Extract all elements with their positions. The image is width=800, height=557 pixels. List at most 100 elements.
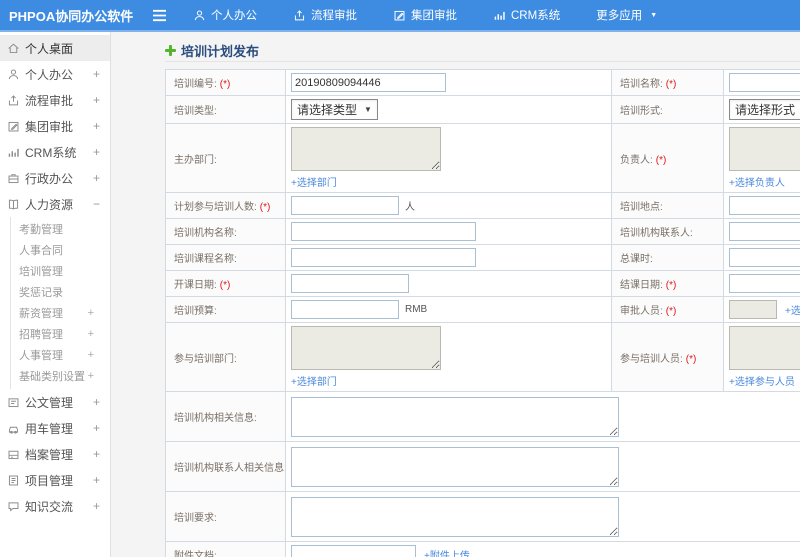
sidebar: 个人桌面 个人办公 + 流程审批 + 集团审批 + CRM系统 + 行政办公 + 人力资源 − 考勤管理人… bbox=[0, 32, 111, 557]
sidebar-item-label: 流程审批 bbox=[25, 93, 74, 108]
org-contact-input[interactable] bbox=[729, 222, 800, 241]
org-name-input[interactable] bbox=[291, 222, 476, 241]
form-row-course-name: 培训课程名称: 总课时: bbox=[165, 244, 800, 271]
expand-plus-icon[interactable]: + bbox=[93, 499, 100, 513]
sidebar-item-vehicle-mgmt[interactable]: 用车管理 + bbox=[0, 415, 110, 441]
attachment-input[interactable] bbox=[291, 545, 416, 557]
field-label-org-name: 培训机构名称: bbox=[174, 228, 237, 239]
join-people-box[interactable] bbox=[729, 326, 800, 370]
form-row-org-contact-info: 培训机构联系人相关信息: bbox=[165, 441, 800, 492]
expand-plus-icon[interactable]: + bbox=[93, 421, 100, 435]
leader-box[interactable] bbox=[729, 127, 800, 171]
required-mark: (*) bbox=[665, 306, 677, 317]
expand-plus-icon[interactable]: + bbox=[88, 328, 94, 340]
course-name-input[interactable] bbox=[291, 248, 476, 267]
field-label-org-contact-info: 培训机构联系人相关信息: bbox=[174, 463, 286, 474]
sidebar-subitem-recruit-mgmt[interactable]: 招聘管理 + bbox=[11, 323, 110, 344]
required-mark: (*) bbox=[219, 79, 231, 90]
sidebar-item-crm-system[interactable]: CRM系统 + bbox=[0, 139, 110, 165]
top-nav-personal-office[interactable]: 个人办公 bbox=[193, 7, 257, 23]
host-department-box[interactable] bbox=[291, 127, 441, 171]
user-icon bbox=[7, 68, 20, 81]
end-date-input[interactable] bbox=[729, 274, 800, 293]
training-no-input[interactable] bbox=[291, 73, 446, 92]
sidebar-subitem-training-mgmt[interactable]: 培训管理 bbox=[11, 260, 110, 281]
join-people-picker-link[interactable]: +选择参与人员 bbox=[729, 373, 800, 388]
collapse-minus-icon[interactable]: − bbox=[93, 197, 100, 211]
training-requirements-textarea[interactable] bbox=[291, 496, 619, 537]
top-nav-crm-system[interactable]: CRM系统 bbox=[493, 7, 560, 23]
expand-plus-icon[interactable]: + bbox=[93, 473, 100, 487]
sidebar-item-knowledge-exchange[interactable]: 知识交流 + bbox=[0, 493, 110, 519]
sidebar-subitem-personnel-mgmt[interactable]: 人事管理 + bbox=[11, 344, 110, 365]
field-label-training-place: 培训地点: bbox=[620, 202, 663, 213]
sidebar-item-label: CRM系统 bbox=[25, 145, 77, 160]
plan-participants-input[interactable] bbox=[291, 196, 399, 215]
sidebar-item-document-mgmt[interactable]: 公文管理 + bbox=[0, 389, 110, 415]
field-label-org-info: 培训机构相关信息: bbox=[174, 413, 257, 424]
sidebar-subitem-base-category-setting[interactable]: 基础类别设置 + bbox=[11, 365, 110, 386]
training-place-input[interactable] bbox=[729, 196, 800, 215]
sidebar-item-label: 用车管理 bbox=[25, 421, 74, 436]
field-label-org-contact: 培训机构联系人: bbox=[620, 228, 693, 239]
sidebar-item-admin-office[interactable]: 行政办公 + bbox=[0, 165, 110, 191]
budget-input[interactable] bbox=[291, 300, 399, 319]
expand-plus-icon[interactable]: + bbox=[93, 119, 100, 133]
field-label-total-hours: 总课时: bbox=[620, 254, 653, 265]
sidebar-item-human-resources[interactable]: 人力资源 − bbox=[0, 191, 110, 217]
join-departments-picker-link[interactable]: +选择部门 bbox=[291, 373, 606, 388]
sidebar-subitem-salary-mgmt[interactable]: 薪资管理 + bbox=[11, 302, 110, 323]
join-departments-box[interactable] bbox=[291, 326, 441, 370]
app-logo[interactable]: PHPOA协同办公软件 bbox=[0, 6, 148, 25]
sidebar-item-workflow-approval[interactable]: 流程审批 + bbox=[0, 87, 110, 113]
expand-plus-icon[interactable]: + bbox=[88, 370, 94, 382]
sidebar-subitem-hr-contract[interactable]: 人事合同 bbox=[11, 239, 110, 260]
training-type-select[interactable]: 请选择类型 ▼ bbox=[291, 99, 378, 120]
car-icon bbox=[7, 422, 20, 435]
flow-icon bbox=[293, 9, 306, 22]
sidebar-item-project-mgmt[interactable]: 项目管理 + bbox=[0, 467, 110, 493]
hamburger-icon[interactable] bbox=[152, 9, 167, 22]
total-hours-input[interactable] bbox=[729, 248, 800, 267]
attachment-picker-link[interactable]: +附件上传 bbox=[424, 547, 470, 557]
leader-picker-link[interactable]: +选择负责人 bbox=[729, 174, 800, 189]
top-nav-label: 集团审批 bbox=[411, 10, 457, 22]
sidebar-subitem-label: 人事管理 bbox=[19, 349, 63, 362]
sidebar-item-group-approval[interactable]: 集团审批 + bbox=[0, 113, 110, 139]
approver-input[interactable] bbox=[729, 300, 777, 319]
sidebar-subitem-attendance-mgmt[interactable]: 考勤管理 bbox=[11, 218, 110, 239]
expand-plus-icon[interactable]: + bbox=[93, 447, 100, 461]
expand-plus-icon[interactable]: + bbox=[93, 93, 100, 107]
top-nav-more-apps[interactable]: 更多应用 ▼ bbox=[596, 7, 657, 23]
host-department-picker-link[interactable]: +选择部门 bbox=[291, 174, 606, 189]
top-nav-label: 流程审批 bbox=[311, 10, 357, 22]
field-label-training-requirements: 培训要求: bbox=[174, 513, 217, 524]
sidebar-item-archive-mgmt[interactable]: 档案管理 + bbox=[0, 441, 110, 467]
sidebar-item-label: 人力资源 bbox=[25, 197, 74, 212]
expand-plus-icon[interactable]: + bbox=[88, 349, 94, 361]
expand-plus-icon[interactable]: + bbox=[93, 171, 100, 185]
top-nav-workflow-approval[interactable]: 流程审批 bbox=[293, 7, 357, 23]
org-contact-info-textarea[interactable] bbox=[291, 446, 619, 487]
chart-icon bbox=[493, 9, 506, 22]
org-info-textarea[interactable] bbox=[291, 396, 619, 437]
expand-plus-icon[interactable]: + bbox=[93, 145, 100, 159]
sidebar-subitem-label: 奖惩记录 bbox=[19, 286, 63, 299]
sidebar-subitem-label: 人事合同 bbox=[19, 244, 63, 257]
start-date-input[interactable] bbox=[291, 274, 409, 293]
expand-plus-icon[interactable]: + bbox=[88, 307, 94, 319]
expand-plus-icon[interactable]: + bbox=[93, 67, 100, 81]
sidebar-subitem-reward-punish[interactable]: 奖惩记录 bbox=[11, 281, 110, 302]
training-form-select[interactable]: 请选择形式▼ bbox=[729, 99, 800, 120]
top-nav-group-approval[interactable]: 集团审批 bbox=[393, 7, 457, 23]
sidebar-item-label: 个人办公 bbox=[25, 67, 74, 82]
expand-plus-icon[interactable]: + bbox=[93, 395, 100, 409]
training-name-input[interactable] bbox=[729, 73, 800, 92]
edit-icon bbox=[7, 120, 20, 133]
caret-down-icon: ▼ bbox=[364, 105, 372, 114]
top-nav: 个人办公 流程审批 集团审批 CRM系统 更多应用 ▼ bbox=[193, 7, 657, 23]
sidebar-item-personal-office[interactable]: 个人办公 + bbox=[0, 61, 110, 87]
field-label-join-departments: 参与培训部门: bbox=[174, 353, 237, 365]
sidebar-item-personal-desktop[interactable]: 个人桌面 bbox=[0, 35, 110, 61]
approver-picker-link[interactable]: +选择审批人 bbox=[785, 302, 800, 317]
